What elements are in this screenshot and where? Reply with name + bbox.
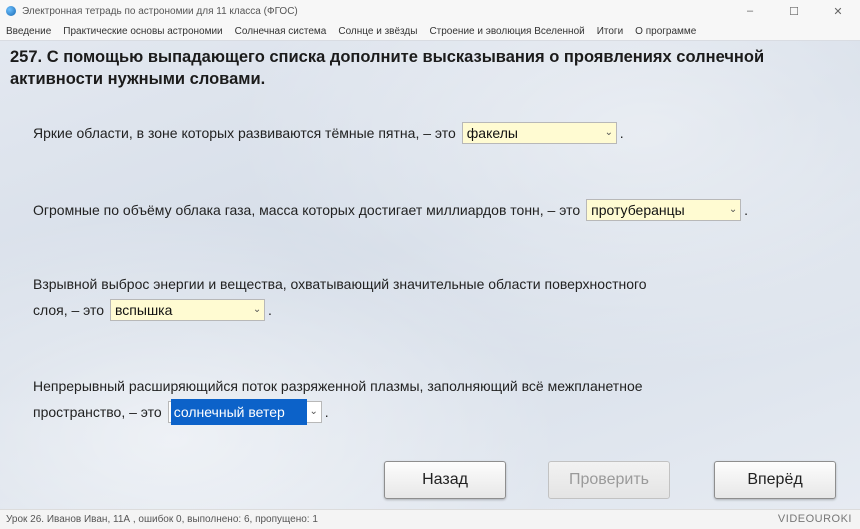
answer-dropdown[interactable]: факелы ⌄: [461, 122, 617, 144]
answer-dropdown[interactable]: солнечный ветер ⌄: [167, 399, 322, 425]
window-controls: – ☐ ✕: [728, 0, 860, 22]
dropdown-value: солнечный ветер: [170, 399, 307, 425]
statement-text: Огромные по объёму облака газа, масса ко…: [33, 202, 581, 218]
chevron-down-icon: ⌄: [604, 127, 613, 138]
back-button[interactable]: Назад: [384, 461, 506, 499]
title-bar: Электронная тетрадь по астрономии для 11…: [0, 0, 860, 22]
status-bar: Урок 26. Иванов Иван, 11А , ошибок 0, вы…: [0, 509, 860, 529]
dropdown-value: факелы: [466, 125, 518, 141]
forward-button[interactable]: Вперёд: [714, 461, 836, 499]
menu-item-practical[interactable]: Практические основы астрономии: [57, 26, 228, 37]
statement-period: .: [619, 125, 624, 141]
status-text: Урок 26. Иванов Иван, 11А , ошибок 0, вы…: [6, 514, 318, 525]
menu-item-results[interactable]: Итоги: [591, 26, 629, 37]
statement-text: Непрерывный расширяющийся поток разряжен…: [33, 378, 643, 394]
window-title: Электронная тетрадь по астрономии для 11…: [22, 5, 298, 17]
watermark-logo: VIDEOUROKI: [777, 513, 852, 525]
statement-text-cont: пространство, – это: [33, 404, 162, 420]
statement-text: Яркие области, в зоне которых развиваютс…: [33, 125, 456, 141]
menu-item-universe[interactable]: Строение и эволюция Вселенной: [423, 26, 590, 37]
task-panel: 257. С помощью выпадающего списка дополн…: [0, 41, 860, 509]
close-button[interactable]: ✕: [816, 0, 860, 22]
dropdown-value: протуберанцы: [591, 202, 685, 218]
statement-1: Яркие области, в зоне которых развиваютс…: [33, 120, 624, 146]
minimize-button[interactable]: –: [728, 0, 772, 22]
menu-item-about[interactable]: О программе: [629, 26, 702, 37]
menu-bar: Введение Практические основы астрономии …: [0, 22, 860, 41]
dropdown-value: вспышка: [115, 302, 173, 318]
statement-3: Взрывной выброс энергии и вещества, охва…: [33, 271, 647, 323]
task-title: 257. С помощью выпадающего списка дополн…: [10, 48, 765, 88]
statement-2: Огромные по объёму облака газа, масса ко…: [33, 197, 748, 223]
maximize-button[interactable]: ☐: [772, 0, 816, 22]
statement-text: Взрывной выброс энергии и вещества, охва…: [33, 276, 647, 292]
statement-period: .: [324, 404, 329, 420]
statement-text-cont: слоя, – это: [33, 302, 105, 318]
menu-item-intro[interactable]: Введение: [0, 26, 57, 37]
statement-period: .: [744, 202, 749, 218]
menu-item-sun-stars[interactable]: Солнце и звёзды: [332, 26, 423, 37]
answer-dropdown[interactable]: протуберанцы ⌄: [586, 199, 742, 221]
menu-item-solar-system[interactable]: Солнечная система: [229, 26, 333, 37]
statement-period: .: [268, 302, 272, 318]
chevron-down-icon: ⌄: [309, 406, 318, 417]
app-icon: [6, 6, 16, 16]
statement-4: Непрерывный расширяющийся поток разряжен…: [33, 373, 643, 425]
chevron-down-icon: ⌄: [252, 304, 262, 315]
chevron-down-icon: ⌄: [728, 204, 738, 215]
answer-dropdown[interactable]: вспышка ⌄: [110, 299, 266, 321]
check-button[interactable]: Проверить: [548, 461, 670, 499]
